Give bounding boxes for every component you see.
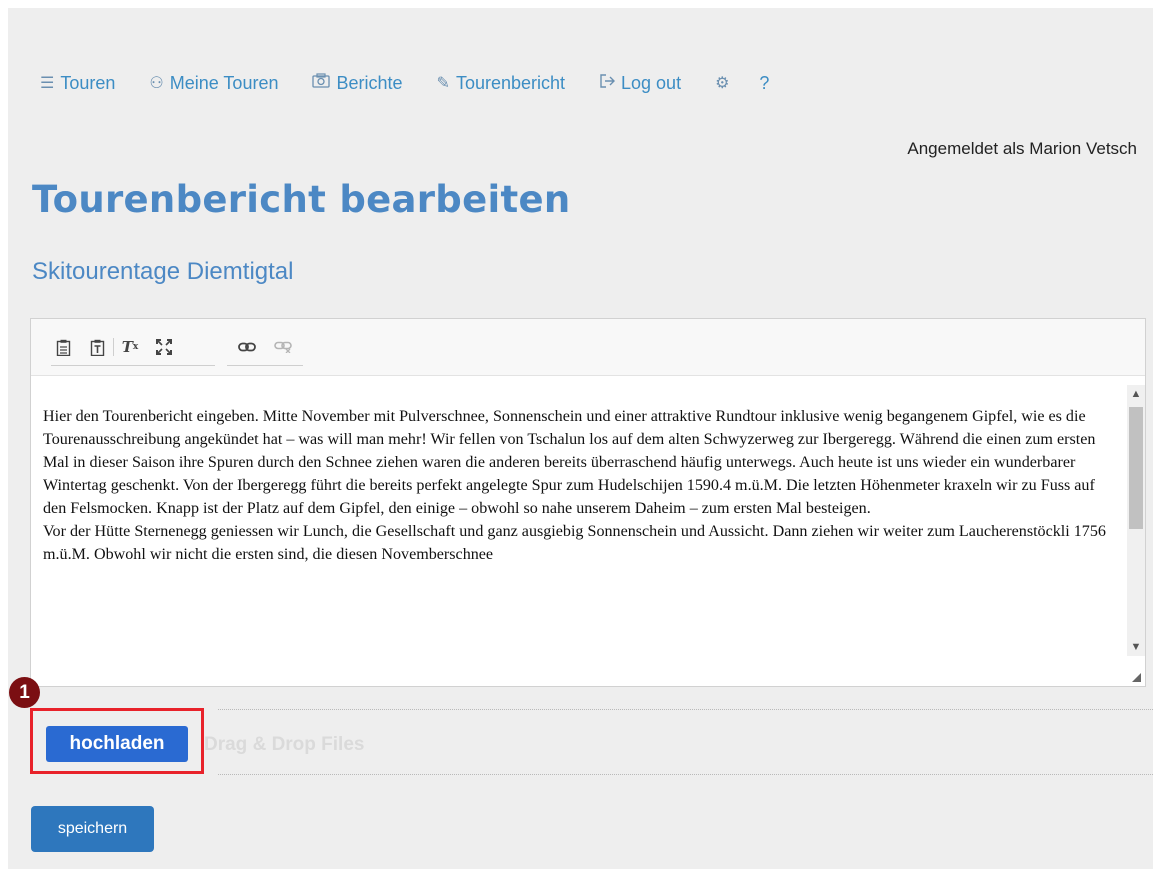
toolbar-separator — [113, 338, 114, 356]
nav-touren[interactable]: ☰ Touren — [40, 73, 115, 94]
hikers-icon: ⚇ — [149, 75, 164, 92]
upload-button[interactable]: hochladen — [46, 726, 188, 762]
resize-handle-icon[interactable] — [1132, 673, 1141, 682]
drop-zone-bottom-border — [218, 774, 1153, 775]
scroll-down-icon[interactable]: ▼ — [1127, 638, 1145, 656]
page-title: Tourenbericht bearbeiten — [32, 178, 571, 221]
nav-meine-touren-label: Meine Touren — [169, 72, 279, 93]
maximize-icon[interactable] — [152, 335, 176, 359]
editor-scrollbar[interactable]: ▲ ▼ — [1127, 385, 1145, 656]
link-icon[interactable] — [235, 335, 259, 359]
save-button[interactable]: speichern — [31, 806, 154, 852]
nav-berichte-label: Berichte — [336, 72, 403, 93]
remove-format-icon[interactable]: Tx — [118, 335, 142, 359]
toolbar-group-links — [227, 329, 303, 366]
annotation-badge: 1 — [9, 677, 40, 708]
nav-touren-label: Touren — [60, 72, 116, 93]
rich-text-editor: Tx Hier den Tourenbericht eingeben. Mitt… — [30, 318, 1146, 687]
scroll-up-icon[interactable]: ▲ — [1127, 385, 1145, 403]
unlink-icon[interactable] — [271, 335, 295, 359]
nav-logout[interactable]: Log out — [599, 73, 681, 94]
paste-text-icon[interactable] — [85, 335, 109, 359]
settings-button[interactable]: ⚙ — [715, 73, 729, 93]
scrollbar-thumb[interactable] — [1129, 407, 1143, 529]
drop-zone-top-border — [218, 709, 1153, 710]
editor-paragraph: Vor der Hütte Sternenegg geniessen wir L… — [43, 523, 1106, 563]
list-icon: ☰ — [40, 75, 55, 92]
gear-icon: ⚙ — [715, 75, 730, 92]
editor-content[interactable]: Hier den Tourenbericht eingeben. Mitte N… — [43, 405, 1117, 649]
drop-zone-label[interactable]: Drag & Drop Files — [204, 734, 364, 756]
nav-meine-touren[interactable]: ⚇ Meine Touren — [149, 73, 278, 94]
logout-icon — [599, 73, 616, 93]
nav-logout-label: Log out — [621, 72, 682, 93]
main-nav: ☰ Touren ⚇ Meine Touren Berichte ✎ Toure… — [40, 70, 803, 96]
app-frame: ☰ Touren ⚇ Meine Touren Berichte ✎ Toure… — [8, 8, 1153, 869]
camera-icon — [312, 73, 331, 93]
editor-paragraph: Hier den Tourenbericht eingeben. Mitte N… — [43, 408, 1096, 517]
toolbar-group-clipboard: Tx — [51, 329, 215, 366]
paste-icon[interactable] — [51, 335, 75, 359]
logged-in-user: Angemeldet als Marion Vetsch — [907, 139, 1137, 158]
nav-tourenbericht-label: Tourenbericht — [455, 72, 566, 93]
help-link[interactable]: ? — [759, 73, 769, 94]
nav-berichte[interactable]: Berichte — [312, 72, 403, 94]
pen-icon: ✎ — [436, 75, 450, 92]
tour-subtitle: Skitourentage Diemtigtal — [32, 258, 294, 285]
editor-toolbar: Tx — [31, 319, 1145, 376]
nav-tourenbericht[interactable]: ✎ Tourenbericht — [437, 73, 565, 94]
